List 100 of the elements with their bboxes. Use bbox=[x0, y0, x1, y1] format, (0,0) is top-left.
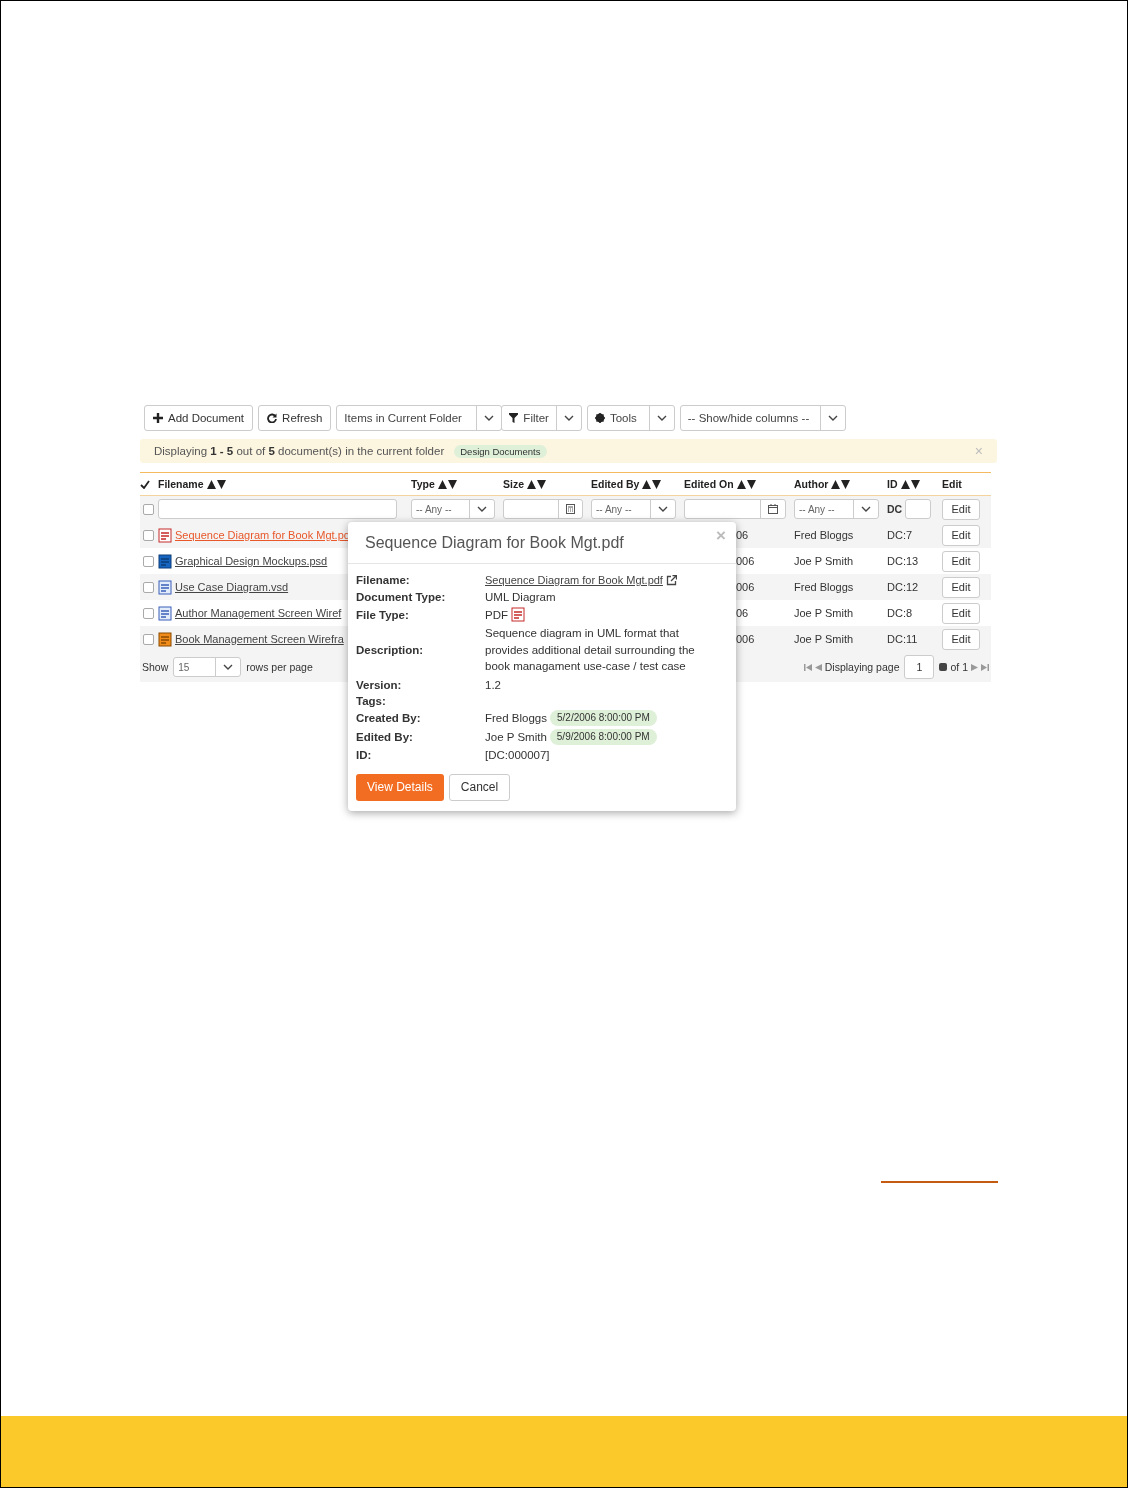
edit-button[interactable]: Edit bbox=[942, 498, 980, 520]
column-header[interactable]: Type bbox=[411, 478, 435, 490]
last-page-icon[interactable] bbox=[981, 663, 989, 671]
table-cell: 006 bbox=[736, 633, 755, 645]
sort-icon[interactable] bbox=[437, 479, 457, 489]
filter-button[interactable]: Filter bbox=[501, 405, 582, 431]
date-filter-field[interactable] bbox=[684, 499, 786, 519]
show-label: Show bbox=[142, 661, 169, 673]
popup-title: Sequence Diagram for Book Mgt.pdf bbox=[365, 533, 624, 552]
table-cell: 006 bbox=[736, 581, 755, 593]
checkbox[interactable] bbox=[143, 581, 154, 593]
file-icon bbox=[158, 527, 172, 543]
file-icon bbox=[158, 631, 172, 647]
file-icon bbox=[158, 553, 172, 569]
sort-icon[interactable] bbox=[527, 479, 546, 489]
page-count: of 1 bbox=[950, 661, 968, 673]
sort-icon[interactable] bbox=[831, 479, 851, 489]
file-link[interactable]: Author Management Screen Wiref bbox=[175, 607, 342, 619]
file-link[interactable]: Book Management Screen Wirefra bbox=[175, 633, 344, 645]
page-field[interactable]: 1 bbox=[904, 655, 935, 679]
table-cell: Joe P Smith bbox=[794, 633, 854, 645]
edit-button[interactable]: Edit bbox=[942, 628, 980, 650]
field-value: UML Diagram bbox=[485, 590, 556, 604]
previous-page-icon[interactable] bbox=[814, 663, 822, 671]
column-header[interactable]: Edit bbox=[942, 478, 962, 490]
table-cell: Joe P Smith bbox=[794, 607, 854, 619]
next-page-icon[interactable] bbox=[971, 663, 978, 671]
field-value: Fred Bloggs bbox=[485, 710, 547, 725]
tools-button[interactable]: Tools bbox=[586, 405, 675, 431]
column-header[interactable]: ID bbox=[887, 478, 898, 490]
field-value: [DC:000007] bbox=[485, 747, 550, 762]
column-header[interactable]: Edited By bbox=[591, 478, 640, 490]
calculator-icon bbox=[566, 504, 575, 514]
caret-icon bbox=[827, 415, 838, 421]
date-badge: 5/9/2006 8:00:00 PM bbox=[549, 728, 657, 745]
table-cell: DC:12 bbox=[887, 581, 919, 593]
add-document-button[interactable]: Add Document bbox=[144, 405, 254, 431]
file-link[interactable]: Graphical Design Mockups.psd bbox=[175, 555, 328, 567]
checkbox[interactable] bbox=[143, 503, 154, 515]
field-label: Document Type: bbox=[356, 591, 447, 603]
checkbox[interactable] bbox=[143, 607, 154, 619]
external-link-icon[interactable] bbox=[665, 574, 677, 586]
id-filter-field[interactable] bbox=[905, 499, 932, 519]
edit-button[interactable]: Edit bbox=[942, 550, 980, 572]
rows-per-page-dropdown[interactable]: 15 bbox=[173, 657, 242, 677]
field-value: Sequence diagram in UML format that provides additional detail surrounding the book managament use-case / test case bbox=[485, 626, 696, 674]
checkbox[interactable] bbox=[143, 529, 154, 541]
sort-icon[interactable] bbox=[206, 479, 226, 489]
folder-tag: Design Documents bbox=[454, 444, 547, 458]
size-filter-field[interactable] bbox=[503, 499, 583, 519]
edit-button[interactable]: Edit bbox=[942, 524, 980, 546]
refresh-button[interactable]: Refresh bbox=[258, 405, 332, 431]
table-cell: Joe P Smith bbox=[794, 555, 854, 567]
field-label: Tags: bbox=[356, 694, 387, 707]
plus-icon bbox=[153, 413, 163, 423]
field-label: Version: bbox=[356, 678, 403, 691]
edited-by-filter-dropdown[interactable]: -- Any -- bbox=[591, 499, 676, 519]
type-filter-dropdown[interactable]: -- Any -- bbox=[411, 499, 495, 519]
column-header[interactable]: Size bbox=[503, 478, 524, 490]
table-cell: Fred Bloggs bbox=[794, 581, 854, 593]
field-value: PDF bbox=[485, 607, 508, 622]
edit-button[interactable]: Edit bbox=[942, 602, 980, 624]
sort-icon[interactable] bbox=[900, 479, 920, 489]
column-header[interactable]: Author bbox=[794, 478, 829, 490]
checkbox[interactable] bbox=[143, 633, 154, 645]
cancel-button[interactable]: Cancel bbox=[448, 773, 511, 801]
field-label: Edited By: bbox=[356, 730, 414, 743]
author-filter-dropdown[interactable]: -- Any -- bbox=[794, 499, 879, 519]
columns-dropdown[interactable]: -- Show/hide columns -- bbox=[679, 405, 846, 431]
file-link[interactable]: Use Case Diagram.vsd bbox=[175, 581, 289, 593]
filename-filter-field[interactable] bbox=[158, 499, 397, 519]
date-badge: 5/2/2006 8:00:00 PM bbox=[550, 709, 657, 726]
checkbox[interactable] bbox=[143, 555, 154, 567]
check-icon[interactable] bbox=[140, 479, 150, 489]
table-cell: 06 bbox=[736, 529, 749, 541]
table-cell: Fred Bloggs bbox=[794, 529, 854, 541]
caret-icon bbox=[563, 415, 574, 421]
caret-icon bbox=[477, 506, 487, 512]
table-cell: 06 bbox=[736, 607, 749, 619]
field-label: Description: bbox=[356, 643, 425, 656]
field-value: 1.2 bbox=[485, 677, 501, 692]
column-header[interactable]: Filename bbox=[158, 478, 204, 490]
table-cell: DC:11 bbox=[887, 633, 918, 645]
field-label: File Type: bbox=[356, 608, 410, 621]
file-icon bbox=[158, 605, 172, 621]
status-message: Displaying 1 - 5 out of 5 document(s) in the current folder bbox=[154, 445, 445, 457]
table-cell: DC:7 bbox=[887, 529, 913, 541]
sort-icon[interactable] bbox=[736, 479, 756, 489]
rows-per-page-label: rows per page bbox=[246, 661, 313, 673]
sort-icon[interactable] bbox=[642, 479, 662, 489]
caret-icon bbox=[658, 506, 668, 512]
file-link[interactable]: Sequence Diagram for Book Mgt.pdf bbox=[485, 573, 663, 587]
first-page-icon[interactable] bbox=[803, 663, 812, 671]
caret-icon bbox=[223, 664, 234, 670]
displaying-page-label: Displaying page bbox=[824, 661, 900, 673]
field-value: Joe P Smith bbox=[485, 729, 547, 744]
column-header[interactable]: Edited On bbox=[684, 478, 734, 490]
edit-button[interactable]: Edit bbox=[942, 576, 980, 598]
funnel-icon bbox=[509, 413, 519, 423]
field-label: Created By: bbox=[356, 711, 422, 724]
